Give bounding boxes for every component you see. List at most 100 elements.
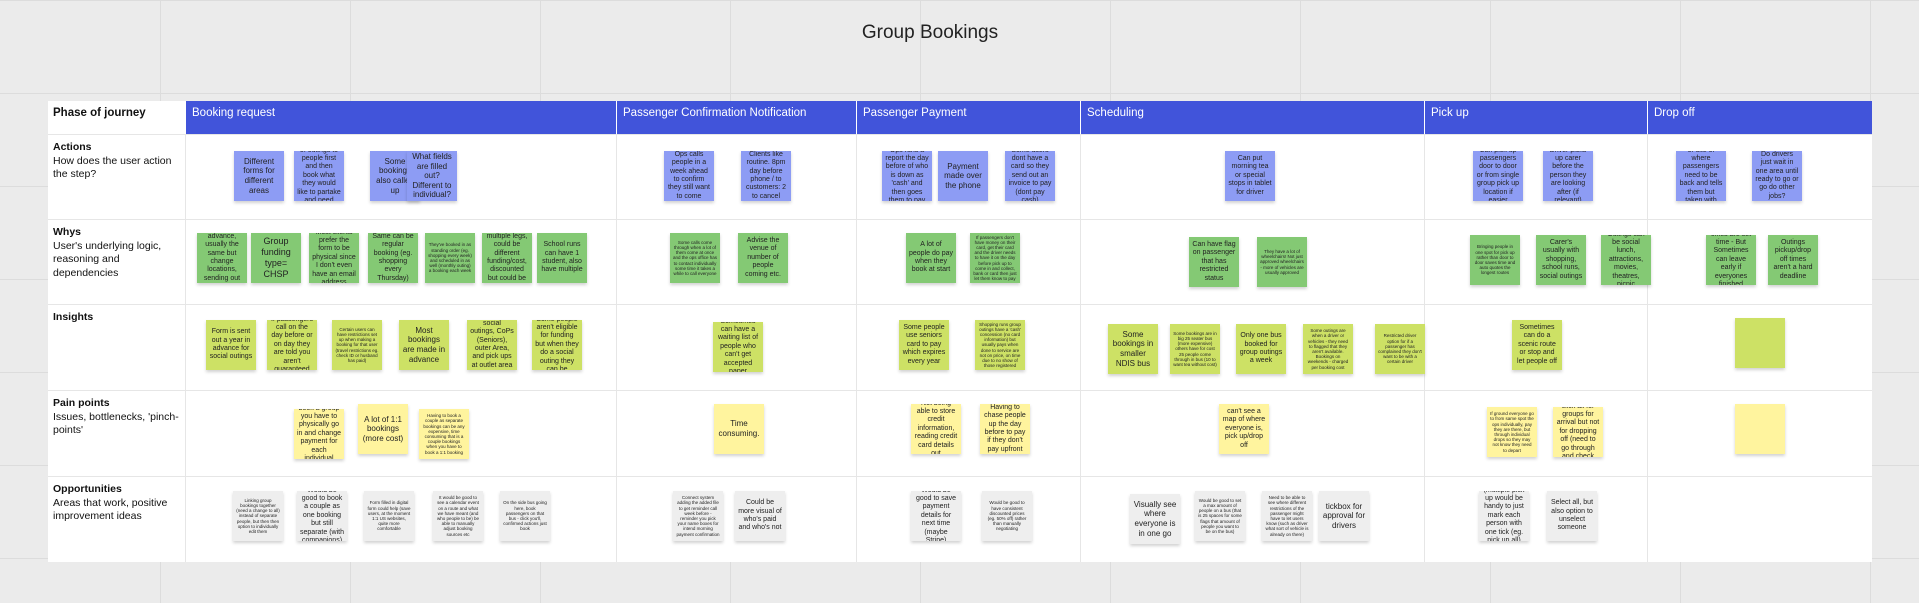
- sticky-note-insight[interactable]: [1735, 318, 1785, 368]
- sticky-note-action[interactable]: Do drivers just wait in one area until r…: [1752, 151, 1802, 201]
- sticky-note-insight[interactable]: Some people aren't eligible for funding …: [532, 320, 582, 370]
- sticky-note-action[interactable]: Some users dont have a card so they send…: [1005, 151, 1055, 201]
- row-subtitle-pain-points: Issues, bottlenecks, 'pinch-points': [53, 410, 179, 437]
- sticky-note-why[interactable]: If passengers don't have money on their …: [970, 233, 1020, 283]
- sticky-note-insight[interactable]: Shopping runs group outings have a 'cash…: [975, 320, 1025, 370]
- row-label-opportunities: Opportunities Areas that work, positive …: [48, 477, 185, 562]
- phase-header-passenger-payment[interactable]: Passenger Payment: [857, 101, 1080, 134]
- sticky-note-why[interactable]: Could be multiple legs, could be differe…: [482, 233, 532, 283]
- row-label-actions: Actions How does the user action the ste…: [48, 135, 185, 219]
- sticky-note-why[interactable]: Same can be regular booking (eg. shoppin…: [368, 233, 418, 283]
- sticky-note-insight[interactable]: Some people use seniors card to pay whic…: [899, 320, 949, 370]
- column-divider: [1080, 134, 1081, 562]
- row-divider: [48, 219, 1872, 220]
- phase-header-drop-off[interactable]: Drop off: [1648, 101, 1872, 134]
- sticky-note-opportunity[interactable]: Form filled in digital form could help (…: [364, 491, 414, 541]
- sticky-note-action[interactable]: Clients like routine. 8pm day before pho…: [741, 151, 791, 201]
- phase-header-booking-request[interactable]: Booking request: [186, 101, 616, 134]
- sticky-note-pain-point[interactable]: If you need to book a group you have to …: [294, 409, 344, 459]
- sticky-note-pain-point[interactable]: Having to book a couple as separate book…: [419, 409, 469, 459]
- row-title-actions: Actions: [53, 141, 92, 153]
- sticky-note-insight[interactable]: Some bookings in smaller NDIS bus: [1108, 324, 1158, 374]
- sticky-note-opportunity[interactable]: Would be good to have consistent discoun…: [982, 491, 1032, 541]
- journey-map-board: Phase of journey Booking request Passeng…: [48, 101, 1872, 562]
- sticky-note-opportunity[interactable]: Connect system adding the added file to …: [673, 491, 723, 541]
- sticky-note-action[interactable]: Different forms for different areas: [234, 151, 284, 201]
- sticky-note-opportunity[interactable]: Would be good to book a couple as one bo…: [297, 491, 347, 541]
- row-title-pain-points: Pain points: [53, 397, 110, 409]
- sticky-note-opportunity[interactable]: Linking group bookings together (need a …: [233, 491, 283, 541]
- sticky-note-action[interactable]: What fields are filled out? Different to…: [407, 151, 457, 201]
- sticky-note-insight[interactable]: Sometimes can have a waiting list of peo…: [713, 322, 763, 372]
- sticky-note-insight[interactable]: Some outings are when a driver or vehicl…: [1303, 324, 1353, 374]
- sticky-note-opportunity[interactable]: Visually see where everyone is in one go: [1130, 494, 1180, 544]
- sticky-note-why[interactable]: Bringing people in one spot for pick up …: [1470, 235, 1520, 285]
- sticky-note-why[interactable]: Outings can be social lunch, attractions…: [1601, 235, 1651, 285]
- sticky-note-pain-point[interactable]: [1735, 404, 1785, 454]
- sticky-note-opportunity[interactable]: Would be good to set a max amount of peo…: [1195, 491, 1245, 541]
- sticky-note-insight[interactable]: Most bookings are made in advance: [399, 320, 449, 370]
- sticky-note-opportunity[interactable]: It would be good to see a calendar event…: [433, 491, 483, 541]
- sticky-note-action[interactable]: Can put morning tea or special stops in …: [1225, 151, 1275, 201]
- sticky-note-why[interactable]: Shopping times are set time - But Someti…: [1706, 235, 1756, 285]
- sticky-note-opportunity[interactable]: On the side bus going here, book passeng…: [500, 491, 550, 541]
- sticky-note-opportunity[interactable]: Could be more visual of who's paid and w…: [735, 491, 785, 541]
- sticky-note-opportunity[interactable]: Select all, but also option to unselect …: [1547, 491, 1597, 541]
- sticky-note-insight[interactable]: Only one bus booked for group outings a …: [1236, 324, 1286, 374]
- column-divider: [185, 134, 186, 562]
- sticky-note-action[interactable]: Driver picks up carer before the person …: [1543, 151, 1593, 201]
- row-title-insights: Insights: [53, 311, 94, 323]
- sticky-note-insight[interactable]: If passengers call on the day before or …: [267, 320, 317, 370]
- sticky-note-pain-point[interactable]: If ground everyone go to from same spot …: [1487, 407, 1537, 457]
- row-title-opportunities: Opportunities: [53, 483, 122, 495]
- sticky-note-opportunity[interactable]: Would be good to save payment details fo…: [911, 491, 961, 541]
- row-divider: [48, 304, 1872, 305]
- phase-of-journey-label: Phase of journey: [48, 101, 185, 134]
- sticky-note-why[interactable]: School runs can have 1 student, also hav…: [537, 233, 587, 283]
- sticky-note-action[interactable]: Payment made over the phone: [938, 151, 988, 201]
- sticky-note-pain-point[interactable]: A lot of 1:1 bookings (more cost): [358, 404, 408, 454]
- row-divider: [48, 134, 1872, 135]
- sticky-note-why[interactable]: They have a lot of wheelchairs! Not just…: [1257, 237, 1307, 287]
- sticky-note-pain-point[interactable]: Having to chase people up the day before…: [980, 404, 1030, 454]
- sticky-note-why[interactable]: Outings pickup/drop off times aren't a h…: [1768, 235, 1818, 285]
- sticky-note-pain-point[interactable]: Not being able to store credit informati…: [911, 404, 961, 454]
- sticky-note-action[interactable]: Send out list of outings to people first…: [294, 151, 344, 201]
- column-divider: [616, 134, 617, 562]
- board-title: Group Bookings: [861, 22, 999, 43]
- sticky-note-why[interactable]: Advise the venue of number of people com…: [738, 233, 788, 283]
- row-subtitle-actions: How does the user action the step?: [53, 154, 172, 181]
- sticky-note-pain-point[interactable]: can't see a map of where everyone is, pi…: [1219, 404, 1269, 454]
- sticky-note-action[interactable]: Ops calls people in a week ahead to conf…: [664, 151, 714, 201]
- row-subtitle-whys: User's underlying logic, reasoning and d…: [53, 239, 162, 279]
- sticky-note-why[interactable]: A lot of people do pay when they book at…: [906, 233, 956, 283]
- sticky-note-insight[interactable]: Form is sent out a year in advance for s…: [206, 320, 256, 370]
- sticky-note-action[interactable]: Ops runs a report the day before of who …: [882, 151, 932, 201]
- phase-header-passenger-confirmation[interactable]: Passenger Confirmation Notification: [617, 101, 856, 134]
- sticky-note-why[interactable]: Can have flag on passenger that has rest…: [1189, 237, 1239, 287]
- row-label-insights: Insights: [48, 305, 185, 390]
- sticky-note-insight[interactable]: Sometimes can do a scenic route or stop …: [1512, 320, 1562, 370]
- sticky-note-insight[interactable]: Some bookings are in big 25 seater bus (…: [1170, 324, 1220, 374]
- sticky-note-why[interactable]: Group funding type= CHSP: [251, 233, 301, 283]
- sticky-note-why[interactable]: Some calls come through when a lot of th…: [670, 233, 720, 283]
- column-divider: [856, 134, 857, 562]
- row-title-whys: Whys: [53, 226, 82, 238]
- sticky-note-action[interactable]: Driver knows pick up point or site of wh…: [1676, 151, 1726, 201]
- phase-header-scheduling[interactable]: Scheduling: [1081, 101, 1424, 134]
- sticky-note-why[interactable]: 6 month in advance, usually the same but…: [197, 233, 247, 283]
- sticky-note-why[interactable]: Most clients prefer the form to be physi…: [309, 233, 359, 283]
- sticky-note-action[interactable]: Can pick up passengers door to door or f…: [1473, 151, 1523, 201]
- phase-header-pick-up[interactable]: Pick up: [1425, 101, 1647, 134]
- sticky-note-pain-point[interactable]: Drivers can click all for groups for arr…: [1553, 407, 1603, 457]
- sticky-note-insight[interactable]: Trips can be shopping, social outings, C…: [467, 320, 517, 370]
- sticky-note-opportunity[interactable]: tickbox for approval for drivers: [1319, 491, 1369, 541]
- sticky-note-why[interactable]: Carer's usually with shopping, school ru…: [1536, 235, 1586, 285]
- sticky-note-why[interactable]: They've booked in as standing order (eg.…: [425, 233, 475, 283]
- sticky-note-insight[interactable]: Certain users can have restrictions set …: [332, 320, 382, 370]
- row-label-whys: Whys User's underlying logic, reasoning …: [48, 220, 185, 304]
- sticky-note-opportunity[interactable]: (multiple pick up would be handy to just…: [1479, 491, 1529, 541]
- sticky-note-opportunity[interactable]: Need to be able to see where different r…: [1262, 491, 1312, 541]
- sticky-note-pain-point[interactable]: Time consuming.: [714, 404, 764, 454]
- sticky-note-insight[interactable]: Restricted driver option for if a passen…: [1375, 324, 1425, 374]
